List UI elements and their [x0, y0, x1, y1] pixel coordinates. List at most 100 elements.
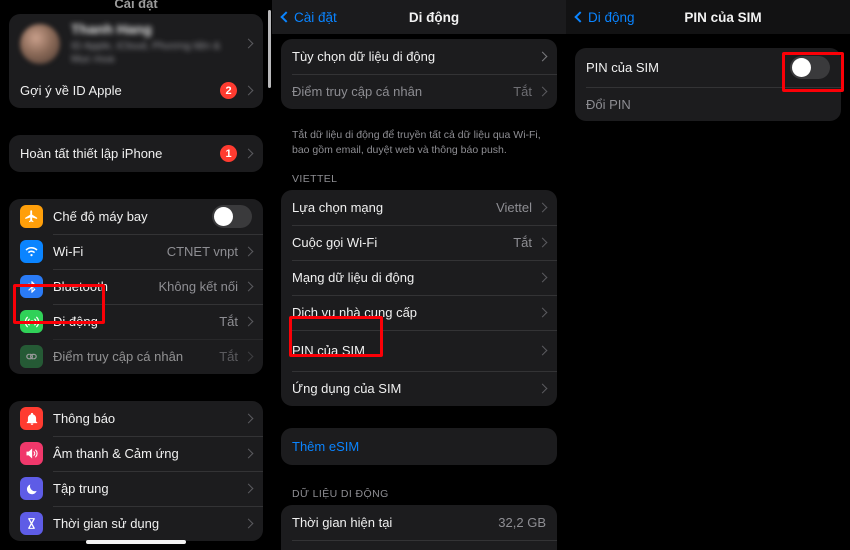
sim-pin-scroll-body: PIN của SIM Đổi PIN — [566, 34, 850, 121]
finish-setup-row[interactable]: Hoàn tất thiết lập iPhone 1 — [9, 135, 263, 172]
row-change-pin[interactable]: Đổi PIN — [575, 87, 841, 121]
row-current-period[interactable]: Thời gian hiện tại 32,2 GB — [281, 505, 557, 540]
panel-cellular: Cài đặt Di động Tùy chọn dữ liệu di động… — [272, 0, 566, 550]
current-period-label: Thời gian hiện tại — [292, 515, 393, 531]
settings-scroll-body: Thanh Hang ID Apple, iCloud, Phương tiện… — [0, 14, 272, 550]
chevron-right-icon — [537, 86, 548, 97]
chevron-right-icon — [537, 272, 548, 283]
sidebar-item-sounds-haptics[interactable]: Âm thanh & Cảm ứng — [9, 436, 263, 471]
row-current-period-roaming[interactable]: Chuyển vùng TG hiện tại 0 KB — [281, 540, 557, 550]
row-sim-pin[interactable]: PIN của SIM — [281, 330, 557, 371]
settings-scrollbar[interactable] — [268, 10, 271, 88]
hotspot-icon — [20, 345, 43, 369]
wifi-icon — [20, 240, 43, 264]
sim-pin-card: PIN của SIM Đổi PIN — [575, 48, 841, 121]
sim-pin-label: PIN của SIM — [586, 60, 659, 75]
apple-id-suggestion-row[interactable]: Gợi ý về ID Apple 2 — [9, 73, 263, 108]
sidebar-item-personal-hotspot[interactable]: Điểm truy cập cá nhân Tắt — [9, 339, 263, 374]
row-cellular-data-network[interactable]: Mạng dữ liệu di động — [281, 260, 557, 295]
chevron-right-icon — [243, 483, 254, 494]
bluetooth-icon — [20, 275, 43, 299]
profile-row[interactable]: Thanh Hang ID Apple, iCloud, Phương tiện… — [9, 14, 263, 73]
personal-hotspot-value: Tắt — [513, 84, 532, 99]
add-esim-card: Thêm eSIM — [281, 428, 557, 466]
wifi-label: Wi-Fi — [53, 244, 84, 260]
row-personal-hotspot[interactable]: Điểm truy cập cá nhân Tắt — [281, 74, 557, 109]
row-add-esim[interactable]: Thêm eSIM — [281, 428, 557, 465]
chevron-right-icon — [243, 38, 254, 49]
change-pin-label: Đổi PIN — [586, 96, 631, 112]
panel-sim-pin: Di động PIN của SIM PIN của SIM Đổi PIN — [566, 0, 850, 550]
cellular-options-card: Tùy chọn dữ liệu di động Điểm truy cập c… — [281, 39, 557, 109]
sim-pin-navbar: Di động PIN của SIM — [566, 0, 850, 34]
home-indicator — [86, 540, 186, 544]
row-carrier-services[interactable]: Dịch vụ nhà cung cấp — [281, 295, 557, 330]
status-badge: 2 — [220, 82, 237, 100]
cellular-data-card: Thời gian hiện tại 32,2 GB Chuyển vùng T… — [281, 505, 557, 550]
back-to-settings-button[interactable]: Cài đặt — [280, 9, 337, 25]
carrier-services-label: Dịch vụ nhà cung cấp — [292, 305, 418, 321]
focus-label: Tập trung — [53, 481, 109, 497]
cellular-data-network-label: Mạng dữ liệu di động — [292, 270, 415, 286]
settings-page-title: Cài đặt — [114, 0, 158, 11]
cellular-icon — [20, 310, 43, 334]
chevron-right-icon — [537, 383, 548, 394]
avatar — [20, 23, 60, 64]
moon-icon — [20, 477, 43, 501]
sidebar-item-airplane-mode[interactable]: Chế độ máy bay — [9, 199, 263, 234]
current-period-value: 32,2 GB — [498, 515, 546, 531]
cellular-data-options-label: Tùy chọn dữ liệu di động — [292, 49, 436, 64]
chevron-right-icon — [243, 351, 254, 362]
sidebar-item-screen-time[interactable]: Thời gian sử dụng — [9, 506, 263, 541]
wifi-value: CTNET vnpt — [166, 244, 238, 260]
airplane-mode-toggle[interactable] — [212, 205, 252, 229]
back-label: Di động — [588, 9, 635, 25]
add-esim-label: Thêm eSIM — [292, 439, 360, 455]
row-wifi-calling[interactable]: Cuộc gọi Wi-Fi Tắt — [281, 225, 557, 260]
bluetooth-value: Không kết nối — [158, 279, 238, 295]
apple-id-suggestion-label: Gợi ý về ID Apple — [20, 83, 122, 99]
back-label: Cài đặt — [294, 9, 337, 25]
network-selection-value: Viettel — [496, 200, 532, 216]
cellular-footnote: Tắt dữ liệu di động để truyền tất cả dữ … — [292, 129, 541, 157]
chevron-right-icon — [537, 51, 548, 62]
connectivity-card: Chế độ máy bay Wi-Fi CTNET vnpt Bluetoot — [9, 199, 263, 375]
airplane-icon — [20, 205, 43, 229]
chevron-right-icon — [243, 316, 254, 327]
apple-id-card: Thanh Hang ID Apple, iCloud, Phương tiện… — [9, 14, 263, 109]
sidebar-item-focus[interactable]: Tập trung — [9, 471, 263, 506]
sidebar-item-notifications[interactable]: Thông báo — [9, 401, 263, 436]
airplane-mode-label: Chế độ máy bay — [53, 209, 148, 225]
chevron-right-icon — [243, 518, 254, 529]
chevron-right-icon — [243, 448, 254, 459]
cellular-navbar: Cài đặt Di động — [272, 0, 566, 34]
speaker-icon — [20, 442, 43, 466]
chevron-right-icon — [243, 148, 254, 159]
sidebar-item-wifi[interactable]: Wi-Fi CTNET vnpt — [9, 234, 263, 269]
profile-subtitle: ID Apple, iCloud, Phương tiện & Mục mua — [71, 39, 221, 65]
wifi-calling-value: Tắt — [513, 235, 532, 251]
profile-texts: Thanh Hang ID Apple, iCloud, Phương tiện… — [71, 21, 245, 66]
finish-setup-card: Hoàn tất thiết lập iPhone 1 — [9, 135, 263, 173]
personal-hotspot-value: Tắt — [219, 349, 238, 365]
chevron-right-icon — [243, 413, 254, 424]
notifications-label: Thông báo — [53, 411, 116, 427]
row-sim-applications[interactable]: Ứng dụng của SIM — [281, 371, 557, 406]
chevron-left-icon — [280, 11, 292, 23]
sim-pin-toggle[interactable] — [790, 56, 830, 79]
chevron-right-icon — [537, 202, 548, 213]
back-to-cellular-button[interactable]: Di động — [574, 9, 635, 25]
chevron-right-icon — [243, 85, 254, 96]
row-cellular-data-options[interactable]: Tùy chọn dữ liệu di động — [281, 39, 557, 74]
carrier-section-header: VIETTEL — [292, 173, 338, 186]
chevron-right-icon — [243, 281, 254, 292]
profile-name: Thanh Hang — [71, 21, 152, 37]
sidebar-item-bluetooth[interactable]: Bluetooth Không kết nối — [9, 269, 263, 304]
personal-hotspot-label: Điểm truy cập cá nhân — [53, 349, 184, 365]
row-network-selection[interactable]: Lựa chọn mạng Viettel — [281, 190, 557, 225]
row-sim-pin-toggle[interactable]: PIN của SIM — [575, 48, 841, 87]
chevron-right-icon — [243, 246, 254, 257]
sim-applications-label: Ứng dụng của SIM — [292, 381, 402, 397]
sidebar-item-cellular[interactable]: Di động Tắt — [9, 304, 263, 339]
wifi-calling-label: Cuộc gọi Wi-Fi — [292, 235, 378, 251]
